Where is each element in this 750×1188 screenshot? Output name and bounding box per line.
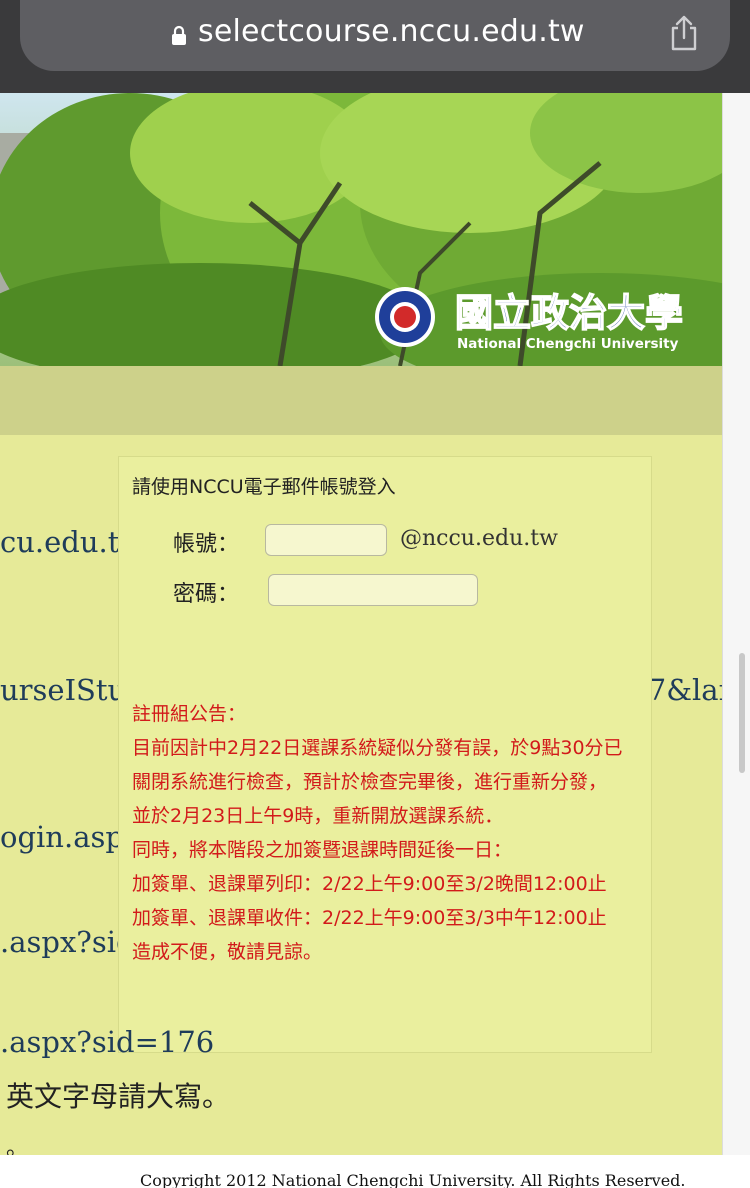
login-panel: 請使用NCCU電子郵件帳號登入 帳號： @nccu.edu.tw 密碼： 註冊組… (118, 456, 652, 1053)
copyright-text: Copyright 2012 National Chengchi Univers… (140, 1171, 686, 1188)
scrollbar-thumb[interactable] (739, 653, 745, 773)
browser-chrome: selectcourse.nccu.edu.tw (0, 0, 750, 93)
main-content: cu.edu.tw/ urseIStu/Login.aspx&stanum=ld… (0, 435, 722, 1155)
lock-icon (172, 25, 186, 45)
header-banner: 國立政治大學 National Chengchi University (0, 93, 722, 366)
password-input[interactable] (268, 574, 478, 606)
address-bar[interactable]: selectcourse.nccu.edu.tw (20, 0, 730, 71)
campus-photo: 國立政治大學 National Chengchi University (0, 93, 722, 366)
share-icon[interactable] (668, 14, 700, 52)
bg-link-text-5: .aspx?sid=176 (0, 1025, 215, 1059)
note-trailing: 。 (6, 1136, 29, 1155)
notice-line: 並於2月23日上午9時，重新開放選課系統． (132, 805, 504, 827)
notice-line: 加簽單、退課單收件：2/22上午9:00至3/3中午12:00止 (132, 907, 607, 929)
password-label: 密碼： (173, 582, 240, 607)
registration-notice: 註冊組公告： 目前因計中2月22日選課系統疑似分發有誤，於9點30分已 關閉系統… (132, 703, 652, 969)
email-domain-suffix: @nccu.edu.tw (400, 526, 558, 551)
notice-line: 造成不便，敬請見諒。 (132, 941, 323, 963)
account-label: 帳號： (173, 532, 240, 557)
login-hint: 請使用NCCU電子郵件帳號登入 (132, 476, 396, 498)
account-input[interactable] (265, 524, 387, 556)
url-text: selectcourse.nccu.edu.tw (198, 14, 585, 49)
university-name-en: National Chengchi University (457, 336, 679, 352)
footer: Copyright 2012 National Chengchi Univers… (0, 1155, 750, 1188)
uppercase-note: 英文字母請大寫。 (6, 1080, 231, 1113)
university-seal-icon (375, 287, 435, 347)
notice-title: 註冊組公告： (132, 703, 247, 725)
university-name-zh: 國立政治大學 (455, 290, 683, 335)
nav-bar (0, 366, 722, 435)
notice-line: 加簽單、退課單列印：2/22上午9:00至3/2晚間12:00止 (132, 873, 607, 895)
notice-line: 目前因計中2月22日選課系統疑似分發有誤，於9點30分已 (132, 737, 623, 759)
notice-line: 關閉系統進行檢查，預計於檢查完畢後，進行重新分發， (132, 771, 608, 793)
scroll-gutter (722, 93, 750, 1155)
notice-line: 同時，將本階段之加簽暨退課時間延後一日： (132, 839, 513, 861)
